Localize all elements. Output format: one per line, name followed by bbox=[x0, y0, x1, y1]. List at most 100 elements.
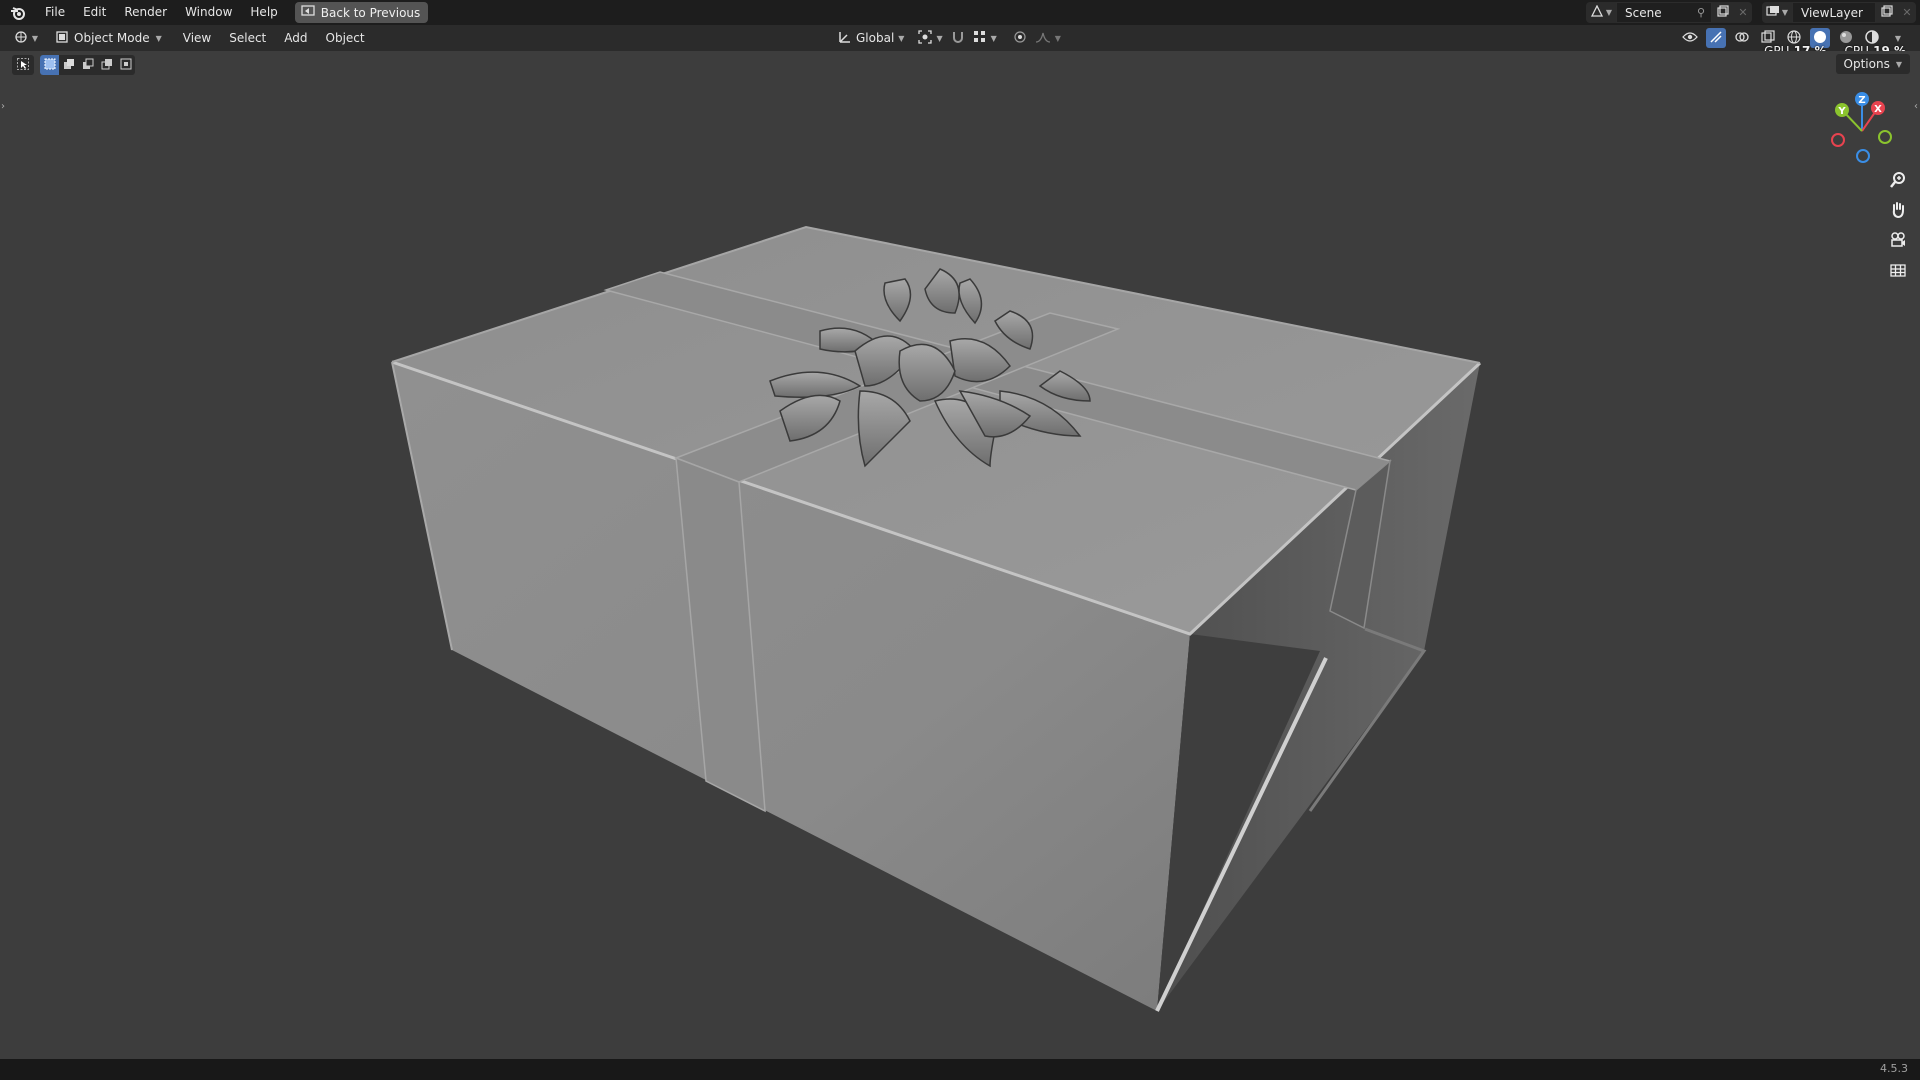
falloff-dropdown[interactable]: ▼ bbox=[1035, 31, 1061, 46]
select-invert-mode[interactable] bbox=[97, 55, 116, 75]
select-new-mode[interactable] bbox=[40, 55, 59, 75]
gizmo-neg-x-axis[interactable] bbox=[1831, 133, 1845, 147]
scene-name-label: Scene bbox=[1625, 5, 1662, 20]
blender-logo-icon[interactable] bbox=[0, 0, 36, 25]
snap-grid-icon bbox=[973, 30, 987, 47]
3d-viewport[interactable]: Options ▼ › ‹ Z X Y bbox=[0, 51, 1920, 1059]
view-layer-name-label: ViewLayer bbox=[1801, 5, 1863, 20]
menu-object[interactable]: Object bbox=[317, 31, 374, 45]
transform-tools: Global ▼ ▼ ▼ ▼ bbox=[838, 28, 1061, 48]
menu-view[interactable]: View bbox=[174, 31, 220, 45]
back-screen-icon bbox=[301, 5, 315, 20]
gizmo-neg-y-axis[interactable] bbox=[1878, 130, 1892, 144]
selection-mode-group bbox=[40, 55, 135, 75]
snap-toggle[interactable] bbox=[951, 30, 965, 47]
visibility-dropdown[interactable] bbox=[1680, 28, 1700, 48]
snap-target-dropdown[interactable]: ▼ bbox=[973, 30, 997, 47]
select-intersect-mode[interactable] bbox=[116, 55, 135, 75]
camera-view-button[interactable] bbox=[1886, 229, 1910, 253]
version-label: 4.5.3 bbox=[1880, 1062, 1908, 1075]
chevron-down-icon: ▼ bbox=[155, 33, 162, 43]
menu-select[interactable]: Select bbox=[220, 31, 275, 45]
orientation-label: Global bbox=[856, 31, 895, 45]
pin-icon[interactable]: ⚲ bbox=[1697, 6, 1705, 19]
menu-render[interactable]: Render bbox=[115, 0, 176, 25]
toolbar-expand-arrow-icon[interactable]: › bbox=[1, 101, 5, 112]
menu-edit[interactable]: Edit bbox=[74, 0, 115, 25]
chevron-down-icon: ▼ bbox=[1605, 8, 1613, 17]
select-subtract-mode[interactable] bbox=[78, 55, 97, 75]
view-layer-selector: ▼ ViewLayer ✕ bbox=[1762, 2, 1916, 23]
select-extend-icon bbox=[63, 58, 75, 73]
close-icon: ✕ bbox=[1902, 6, 1912, 19]
back-to-previous-button[interactable]: Back to Previous bbox=[294, 2, 429, 23]
viewport-toolbar-row bbox=[12, 55, 135, 75]
chevron-down-icon: ▼ bbox=[936, 33, 943, 43]
view-layer-name-field[interactable]: ViewLayer bbox=[1792, 2, 1876, 23]
pan-button[interactable] bbox=[1886, 199, 1910, 223]
select-invert-icon bbox=[101, 58, 113, 73]
options-dropdown[interactable]: Options ▼ bbox=[1835, 54, 1910, 74]
zoom-button[interactable] bbox=[1886, 169, 1910, 193]
pivot-point-dropdown[interactable]: ▼ bbox=[918, 29, 943, 47]
scene-selectors: ▼ Scene ⚲ ✕ ▼ ViewLayer ✕ bbox=[1586, 0, 1920, 25]
back-to-previous-label: Back to Previous bbox=[320, 5, 421, 20]
eye-icon bbox=[1682, 31, 1698, 46]
overlays-icon bbox=[1735, 30, 1749, 47]
hand-icon bbox=[1889, 201, 1907, 222]
perspective-toggle-button[interactable] bbox=[1886, 259, 1910, 283]
proportional-editing-toggle[interactable] bbox=[1013, 30, 1027, 47]
navigation-gizmo[interactable]: Z X Y bbox=[1822, 91, 1902, 171]
gizmo-toggle[interactable] bbox=[1706, 28, 1726, 48]
gizmo-z-label: Z bbox=[1858, 95, 1865, 106]
gizmo-neg-z-axis[interactable] bbox=[1856, 149, 1870, 163]
falloff-curve-icon bbox=[1035, 31, 1051, 46]
select-extend-mode[interactable] bbox=[59, 55, 78, 75]
editor-type-dropdown[interactable]: ▼ bbox=[10, 28, 42, 48]
chevron-down-icon: ▼ bbox=[898, 33, 905, 43]
delete-scene-button[interactable]: ✕ bbox=[1734, 2, 1752, 23]
chevron-down-icon: ▼ bbox=[1781, 8, 1789, 17]
scene-name-field[interactable]: Scene ⚲ bbox=[1616, 2, 1712, 23]
gift-box-model[interactable] bbox=[0, 51, 1920, 1059]
chevron-down-icon: ▼ bbox=[1054, 33, 1061, 43]
camera-icon bbox=[1889, 231, 1907, 252]
orientation-icon bbox=[838, 30, 852, 47]
new-scene-button[interactable] bbox=[1712, 2, 1734, 23]
proportional-icon bbox=[1013, 30, 1027, 47]
select-subtract-icon bbox=[82, 58, 94, 73]
menu-file[interactable]: File bbox=[36, 0, 74, 25]
sidebar-expand-arrow-icon[interactable]: ‹ bbox=[1914, 101, 1918, 112]
chevron-down-icon: ▼ bbox=[990, 33, 997, 43]
object-mode-dropdown[interactable]: Object Mode ▼ bbox=[50, 28, 168, 48]
duplicate-icon bbox=[1717, 5, 1729, 20]
grid-icon bbox=[1889, 261, 1907, 282]
select-intersect-icon bbox=[120, 58, 132, 73]
pivot-icon bbox=[918, 29, 933, 47]
chevron-down-icon: ▼ bbox=[1894, 33, 1902, 43]
menu-help[interactable]: Help bbox=[241, 0, 286, 25]
view-layer-icon bbox=[1766, 5, 1780, 20]
menu-window[interactable]: Window bbox=[176, 0, 241, 25]
overlays-toggle[interactable] bbox=[1732, 28, 1752, 48]
object-mode-label: Object Mode bbox=[74, 31, 150, 45]
3d-viewport-icon bbox=[14, 30, 30, 47]
delete-view-layer-button[interactable]: ✕ bbox=[1898, 2, 1916, 23]
select-tool-button[interactable] bbox=[12, 55, 34, 75]
top-menu-bar: File Edit Render Window Help Back to Pre… bbox=[0, 0, 1920, 25]
chevron-down-icon: ▼ bbox=[1895, 59, 1902, 69]
viewport-navigation-controls bbox=[1886, 169, 1910, 283]
scene-selector: ▼ Scene ⚲ ✕ bbox=[1586, 2, 1752, 23]
duplicate-icon bbox=[1881, 5, 1893, 20]
zoom-magnifier-icon bbox=[1889, 171, 1907, 192]
menu-add[interactable]: Add bbox=[275, 31, 316, 45]
view-layer-type-dropdown[interactable]: ▼ bbox=[1762, 2, 1792, 23]
close-icon: ✕ bbox=[1738, 6, 1748, 19]
status-bar: 4.5.3 bbox=[0, 1059, 1920, 1080]
transform-orientation-dropdown[interactable]: Global ▼ bbox=[838, 30, 904, 47]
scene-type-dropdown[interactable]: ▼ bbox=[1586, 2, 1616, 23]
cursor-select-icon bbox=[17, 57, 29, 73]
new-view-layer-button[interactable] bbox=[1876, 2, 1898, 23]
gizmo-x-label: X bbox=[1874, 104, 1882, 115]
gizmo-icon bbox=[1709, 30, 1723, 47]
